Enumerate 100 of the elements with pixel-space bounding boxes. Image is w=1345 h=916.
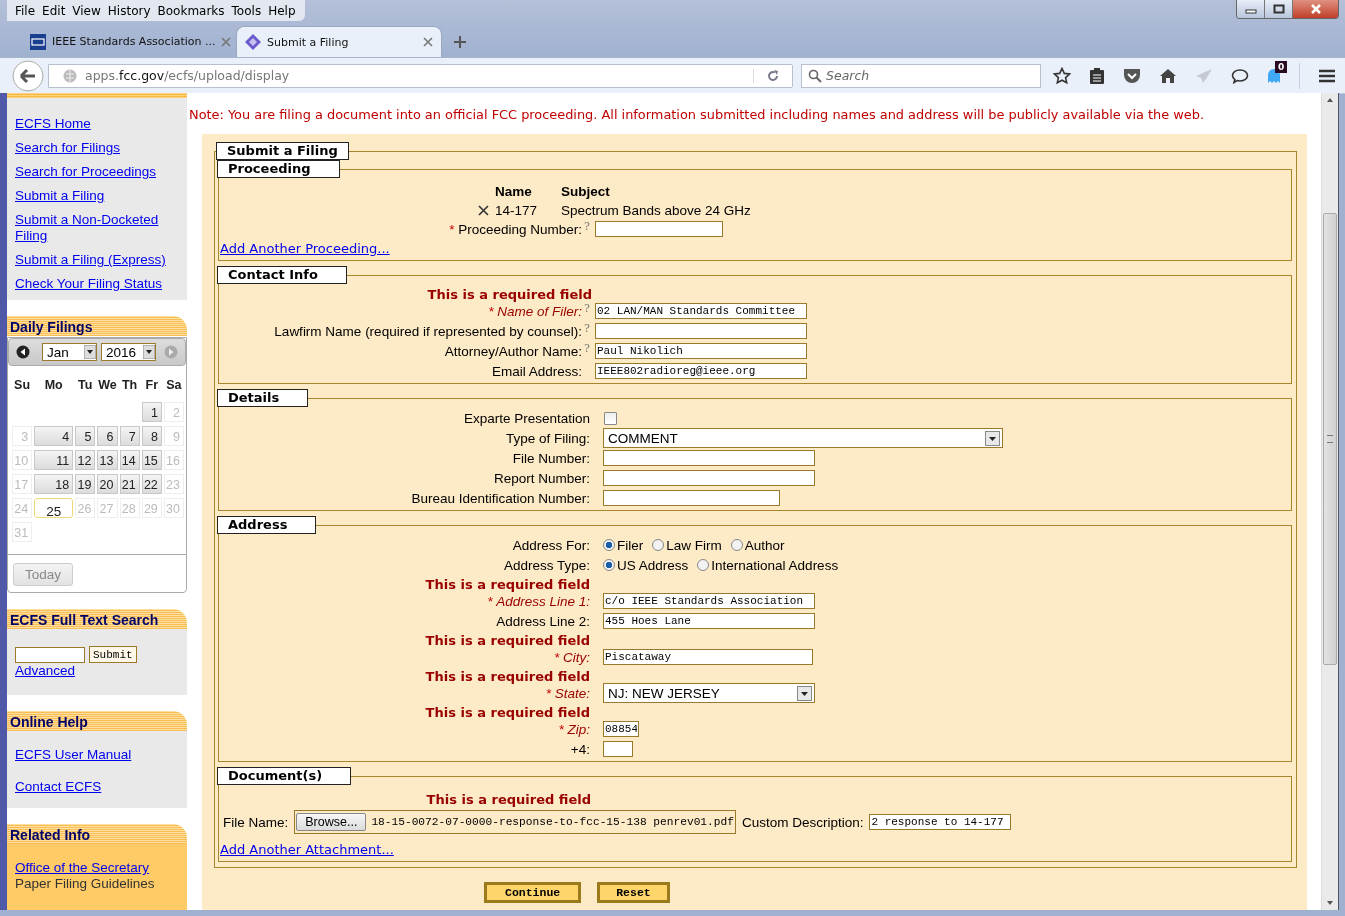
calendar-day[interactable]: 5 — [75, 425, 96, 446]
input-field[interactable]: 2 response to 14-177 — [869, 814, 1012, 830]
calendar-day[interactable]: 11 — [34, 449, 74, 470]
field-label: Type of Filing: — [505, 430, 590, 446]
weekday-label: Su — [13, 378, 32, 394]
section-header: Online Help — [7, 711, 187, 731]
error-text: This is a required field — [425, 633, 590, 648]
field-label: Exparte Presentation — [463, 410, 590, 426]
weekday-label: Tu — [77, 378, 94, 394]
dropdown[interactable]: NJ: NEW JERSEY — [603, 683, 815, 703]
calendar-day[interactable]: 22 — [141, 473, 162, 494]
menu-item[interactable]: History — [104, 3, 154, 18]
column-header: Subject — [561, 184, 611, 199]
sidebar-link[interactable]: Search for Filings — [15, 140, 179, 156]
field-label: Address For: — [512, 537, 590, 553]
browser-tab[interactable]: Submit a Filing — [236, 26, 442, 57]
calendar-day[interactable]: 4 — [34, 425, 74, 446]
form-button[interactable]: Continue — [484, 882, 582, 903]
required-marker: * — [558, 721, 564, 737]
input-field[interactable]: 02 LAN/MAN Standards Committee — [595, 303, 807, 319]
form-button[interactable]: Reset — [597, 882, 670, 903]
sidebar-link[interactable]: Contact ECFS — [15, 779, 179, 795]
help-mark[interactable]: ? — [584, 301, 590, 315]
help-mark[interactable]: ? — [584, 219, 590, 233]
field-label: Lawfirm Name (required if represented by counsel): — [274, 323, 582, 339]
weekday-label: Sa — [165, 378, 183, 394]
input-field[interactable]: IEEE802radioreg@ieee.org — [595, 363, 807, 379]
calendar-day[interactable]: 8 — [141, 425, 162, 446]
required-marker: * — [545, 685, 551, 701]
address-bar[interactable]: apps.fcc.gov/ecfs/upload/display — [48, 63, 793, 88]
calendar-day[interactable]: 18 — [34, 473, 74, 494]
radio-label: Filer — [617, 537, 644, 553]
help-mark[interactable]: ? — [584, 321, 590, 335]
sidebar-link[interactable]: ECFS Home — [15, 116, 179, 132]
sidebar-link[interactable]: ECFS User Manual — [15, 747, 179, 763]
url-text: apps.fcc.gov/ecfs/upload/display — [85, 68, 291, 83]
calendar-day[interactable]: 20 — [97, 473, 118, 494]
input-field[interactable]: 455 Hoes Lane — [603, 613, 815, 629]
add-attachment-link[interactable]: Add Another Attachment... — [220, 842, 394, 857]
radio-label: Law Firm — [666, 537, 722, 553]
calendar-day[interactable]: 7 — [119, 425, 140, 446]
input-field[interactable]: Piscataway — [603, 649, 813, 665]
radio-label: Author — [744, 537, 785, 553]
required-marker: * — [553, 649, 560, 665]
sidebar-link[interactable]: Submit a Filing — [15, 188, 179, 204]
sidebar-link[interactable]: Submit a Filing (Express) — [15, 252, 179, 268]
sidebar-text: Paper Filing Guidelines — [15, 876, 156, 892]
month-dropdown[interactable]: Jan — [42, 343, 97, 361]
input-field[interactable]: c/o IEEE Standards Association — [603, 593, 815, 609]
year-dropdown[interactable]: 2016 — [101, 343, 156, 361]
help-mark[interactable]: ? — [584, 341, 590, 355]
advanced-search-link[interactable]: Advanced — [15, 663, 179, 679]
browse-button[interactable]: Browse... — [296, 813, 367, 831]
form-title: Submit a Filing — [216, 142, 349, 160]
search-field[interactable]: Search — [801, 63, 1041, 88]
weekday-label: Mo — [43, 378, 64, 394]
calendar-day[interactable]: 13 — [97, 449, 118, 470]
section-header: Related Info — [7, 824, 187, 844]
field-label: Email Address: — [491, 363, 582, 379]
field-label: File Name: — [223, 814, 289, 830]
sidebar-link[interactable]: Office of the Secretary — [15, 860, 179, 876]
input-field[interactable]: Paul Nikolich — [595, 343, 807, 359]
sidebar-link[interactable]: Check Your Filing Status — [15, 276, 179, 292]
calendar-day[interactable]: 12 — [75, 449, 96, 470]
error-text: This is a required field — [425, 705, 590, 720]
calendar-day[interactable]: 6 — [97, 425, 118, 446]
browser-tab[interactable]: IEEE Standards Association ... — [22, 26, 236, 57]
submit-button[interactable]: Submit — [89, 646, 137, 663]
menu-item[interactable]: File — [12, 3, 39, 18]
menu-item[interactable]: Help — [265, 3, 299, 18]
calendar-day[interactable]: 25 — [34, 497, 74, 518]
weekday-label: Th — [120, 378, 139, 394]
add-proceeding-link[interactable]: Add Another Proceeding... — [220, 241, 390, 256]
calendar-day[interactable]: 14 — [119, 449, 140, 470]
section-title: Document(s) — [217, 767, 352, 785]
file-input[interactable]: Browse... 18-15-0072-07-0000-response-to-fcc-15-138 penrev01.pdf — [294, 810, 736, 834]
field-label: Address Line 1: — [496, 593, 590, 609]
field-label: Custom Description: — [741, 814, 864, 830]
menu-item[interactable]: View — [69, 3, 104, 18]
sidebar-link[interactable]: Search for Proceedings — [15, 164, 179, 180]
radio-label: US Address — [617, 557, 689, 573]
calendar-day[interactable]: 1 — [141, 401, 162, 422]
field-label: Address Line 2: — [496, 613, 590, 629]
calendar-day[interactable]: 15 — [141, 449, 162, 470]
calendar-day[interactable]: 21 — [119, 473, 140, 494]
dropdown[interactable]: COMMENT — [603, 428, 1003, 448]
field-label: State: — [554, 685, 590, 701]
sidebar-link[interactable]: Submit a Non-Docketed Filing — [15, 212, 179, 244]
field-label: Address Type: — [503, 557, 590, 573]
input-field[interactable]: 08854 — [603, 721, 639, 737]
menu-item[interactable]: Tools — [228, 3, 265, 18]
weekday-label: Fr — [144, 378, 159, 394]
notification-badge: 0 — [1275, 60, 1288, 73]
menu-item[interactable]: Edit — [39, 3, 69, 18]
weekday-label: We — [97, 378, 118, 394]
section-header: Daily Filings — [7, 316, 187, 336]
section-title: Address — [217, 516, 317, 534]
required-marker: * — [488, 303, 494, 319]
calendar-day[interactable]: 19 — [75, 473, 96, 494]
menu-item[interactable]: Bookmarks — [154, 3, 228, 18]
